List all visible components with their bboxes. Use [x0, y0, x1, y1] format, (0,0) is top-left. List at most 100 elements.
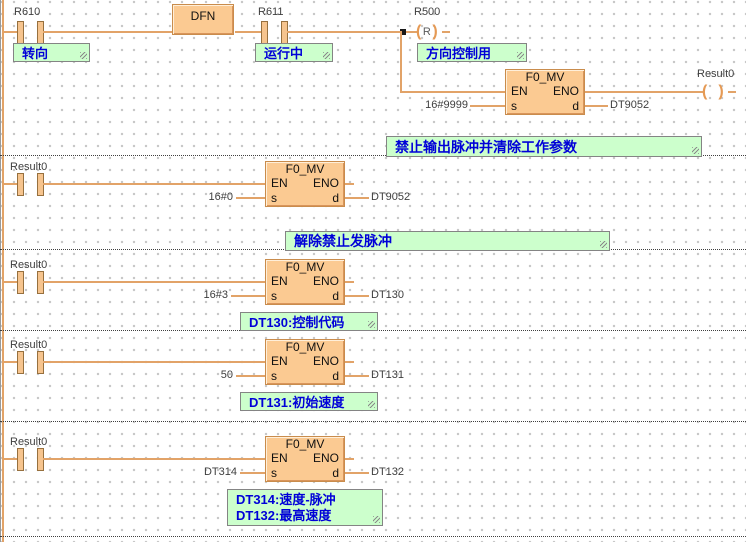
wire	[585, 105, 608, 107]
device-label[interactable]: R611	[258, 6, 283, 18]
fn-block-title: F0_MV	[266, 340, 344, 354]
wire	[345, 295, 369, 297]
fn-pin-en: EN	[271, 274, 288, 289]
source-operand[interactable]: 16#3	[188, 289, 228, 301]
device-label[interactable]: Result0	[10, 259, 47, 271]
wire	[236, 197, 265, 199]
f0mv-block[interactable]: F0_MV EN ENO s d	[265, 161, 345, 207]
fn-pin-d: d	[332, 289, 339, 304]
rung-separator	[0, 421, 746, 422]
dest-operand[interactable]: DT132	[371, 466, 404, 478]
comment-box[interactable]: 方向控制用	[417, 43, 527, 62]
f0mv-block[interactable]: F0_MV EN ENO s d	[265, 339, 345, 385]
dest-operand[interactable]: DT131	[371, 369, 404, 381]
wire	[402, 91, 505, 93]
device-label[interactable]: R500	[414, 6, 440, 18]
contact-result0[interactable]	[17, 271, 43, 294]
resize-handle-icon[interactable]	[517, 52, 524, 59]
output-coil-result0[interactable]: ( )	[702, 83, 724, 101]
wire	[43, 361, 265, 363]
fn-pin-d: d	[332, 191, 339, 206]
f0mv-block[interactable]: F0_MV EN ENO s d	[265, 436, 345, 482]
contact-bar-icon	[17, 271, 24, 294]
wire	[4, 31, 17, 33]
wire	[43, 183, 265, 185]
device-label[interactable]: Result0	[10, 436, 47, 448]
fn-pin-eno: ENO	[313, 451, 339, 466]
dest-operand[interactable]: DT9052	[371, 191, 410, 203]
resize-handle-icon[interactable]	[368, 401, 375, 408]
source-operand[interactable]: 50	[193, 369, 233, 381]
resize-handle-icon[interactable]	[368, 321, 375, 328]
resize-handle-icon[interactable]	[373, 516, 380, 523]
wire	[43, 31, 172, 33]
dfn-block[interactable]: DFN	[172, 4, 234, 35]
wire	[4, 183, 17, 185]
comment-text: DT314:速度-脉冲	[236, 492, 336, 508]
comment-text: 解除禁止发脉冲	[294, 231, 392, 251]
wire	[287, 31, 417, 33]
comment-box[interactable]: 转向	[13, 43, 90, 62]
fn-pin-d: d	[572, 99, 579, 114]
wire	[442, 31, 450, 33]
wire	[235, 31, 261, 33]
wire	[470, 105, 505, 107]
wire	[43, 458, 265, 460]
device-label[interactable]: Result0	[10, 161, 47, 173]
fn-pin-en: EN	[511, 84, 528, 99]
wire	[4, 281, 17, 283]
wire	[345, 458, 354, 460]
contact-result0[interactable]	[17, 173, 43, 196]
fn-pin-s: s	[271, 466, 277, 481]
fn-block-title: F0_MV	[266, 437, 344, 451]
device-label[interactable]: R610	[14, 6, 40, 18]
operand-comment-box[interactable]: DT314:速度-脉冲 DT132:最高速度	[227, 489, 383, 526]
device-label[interactable]: Result0	[697, 68, 734, 80]
source-operand[interactable]: 16#9999	[390, 99, 468, 111]
wire	[345, 375, 369, 377]
comment-box[interactable]: 运行中	[255, 43, 333, 62]
dest-operand[interactable]: DT130	[371, 289, 404, 301]
contact-result0[interactable]	[17, 448, 43, 471]
window-edge	[0, 0, 1, 542]
operand-comment-box[interactable]: DT130:控制代码	[240, 312, 378, 331]
f0mv-block[interactable]: F0_MV EN ENO s d	[505, 69, 585, 115]
contact-bar-icon	[17, 173, 24, 196]
resize-handle-icon[interactable]	[600, 241, 607, 248]
comment-text: DT130:控制代码	[249, 312, 344, 331]
fn-pin-d: d	[332, 369, 339, 384]
rung-comment-box[interactable]: 禁止输出脉冲并清除工作参数	[386, 136, 702, 157]
operand-comment-box[interactable]: DT131:初始速度	[240, 392, 378, 411]
resize-handle-icon[interactable]	[692, 147, 699, 154]
contact-r610[interactable]	[17, 21, 43, 44]
resize-handle-icon[interactable]	[323, 52, 330, 59]
wire	[236, 375, 265, 377]
wire	[345, 183, 354, 185]
ladder-editor-canvas: R610 转向 DFN R611 运行中 ( R ) R500 方向控制用 F0…	[0, 0, 746, 542]
fn-pin-s: s	[271, 191, 277, 206]
fn-pin-s: s	[511, 99, 517, 114]
wire	[240, 472, 265, 474]
source-operand[interactable]: DT314	[193, 466, 237, 478]
rung-comment-box[interactable]: 解除禁止发脉冲	[285, 231, 610, 251]
dest-operand[interactable]: DT9052	[610, 99, 649, 111]
wire	[585, 91, 703, 93]
reset-coil-r500[interactable]: ( R )	[416, 23, 438, 41]
wire	[345, 197, 369, 199]
source-operand[interactable]: 16#0	[185, 191, 233, 203]
contact-result0[interactable]	[17, 351, 43, 374]
wire	[4, 458, 17, 460]
resize-handle-icon[interactable]	[80, 52, 87, 59]
wire	[728, 91, 736, 93]
contact-r611[interactable]	[261, 21, 287, 44]
device-label[interactable]: Result0	[10, 339, 47, 351]
wire	[4, 361, 17, 363]
comment-text: DT132:最高速度	[236, 508, 331, 524]
f0mv-block[interactable]: F0_MV EN ENO s d	[265, 259, 345, 305]
fn-pin-eno: ENO	[313, 354, 339, 369]
fn-pin-s: s	[271, 369, 277, 384]
fn-block-title: F0_MV	[506, 70, 584, 84]
wire	[345, 361, 354, 363]
fn-pin-eno: ENO	[313, 274, 339, 289]
coil-symbol: R	[421, 26, 432, 38]
